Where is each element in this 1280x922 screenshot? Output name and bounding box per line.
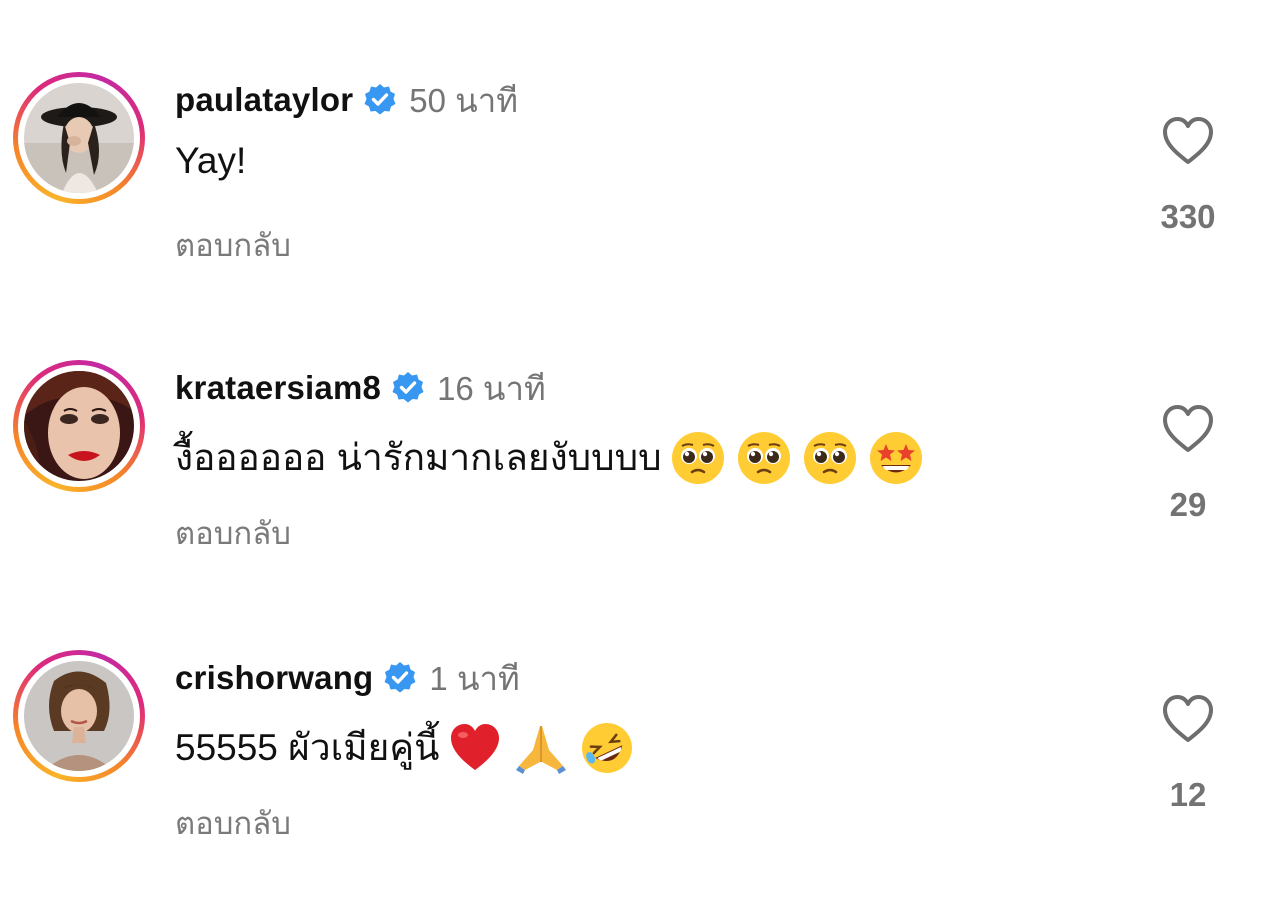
pleading-face-icon xyxy=(737,431,790,484)
comment-text-body: 55555 ผัวเมียคู่นี้ xyxy=(175,727,440,768)
avatar-photo xyxy=(24,371,134,481)
username[interactable]: krataersiam8 xyxy=(175,369,381,407)
avatar-story-ring[interactable] xyxy=(13,72,145,204)
reply-button[interactable]: ตอบกลับ xyxy=(175,220,291,270)
star-struck-icon xyxy=(869,431,922,484)
avatar[interactable] xyxy=(24,371,134,481)
comment-item: crishorwang 1 นาที 55555 ผัวเมียคู่นี้ ต… xyxy=(0,578,1280,868)
comment-time: 16 นาที xyxy=(437,369,546,407)
comment-text: 55555 ผัวเมียคู่นี้ xyxy=(175,718,635,777)
rolling-on-floor-laughing-icon xyxy=(582,722,633,773)
username[interactable]: paulataylor xyxy=(175,81,353,119)
reply-button[interactable]: ตอบกลับ xyxy=(175,798,291,848)
reply-button[interactable]: ตอบกลับ xyxy=(175,508,291,558)
avatar[interactable] xyxy=(24,661,134,771)
verified-badge-icon xyxy=(383,661,417,695)
comment-text-body: Yay! xyxy=(175,140,247,181)
comment-text: งื้ออออออ น่ารักมากเลยงับบบบ xyxy=(175,428,924,487)
username[interactable]: crishorwang xyxy=(175,659,373,697)
avatar-story-ring[interactable] xyxy=(13,360,145,492)
red-heart-icon xyxy=(451,723,500,770)
comment-header: krataersiam8 16 นาที xyxy=(175,366,546,410)
comment-item: paulataylor 50 นาที Yay! ตอบกลับ 330 xyxy=(0,0,1280,290)
pleading-face-icon xyxy=(671,431,724,484)
comment-item: krataersiam8 16 นาที งื้ออออออ น่ารักมาก… xyxy=(0,288,1280,578)
comment-time: 1 นาที xyxy=(429,659,520,697)
pleading-face-icon xyxy=(803,431,856,484)
comment-time: 50 นาที xyxy=(409,81,518,119)
comment-text-body: งื้ออออออ น่ารักมากเลยงับบบบ xyxy=(175,437,662,478)
heart-icon[interactable] xyxy=(1160,693,1216,745)
folded-hands-icon xyxy=(516,725,567,774)
heart-icon[interactable] xyxy=(1160,115,1216,167)
avatar-photo xyxy=(24,83,134,193)
verified-badge-icon xyxy=(391,371,425,405)
avatar-photo xyxy=(24,661,134,771)
comment-text: Yay! xyxy=(175,140,246,182)
like-count: 330 xyxy=(1160,198,1216,235)
like-count: 12 xyxy=(1169,776,1207,813)
heart-icon[interactable] xyxy=(1160,403,1216,455)
avatar-story-ring[interactable] xyxy=(13,650,145,782)
like-count: 29 xyxy=(1169,486,1207,523)
comment-header: crishorwang 1 นาที xyxy=(175,656,520,700)
avatar[interactable] xyxy=(24,83,134,193)
verified-badge-icon xyxy=(363,83,397,117)
comment-header: paulataylor 50 นาที xyxy=(175,78,518,122)
